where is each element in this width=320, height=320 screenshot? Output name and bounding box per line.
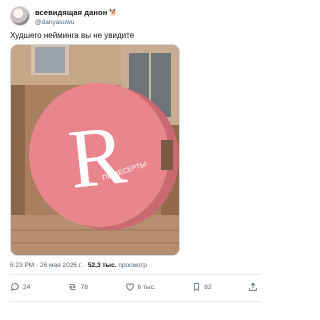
photo-illustration: R ПВ ДЕСЕРТЫ [11, 45, 179, 255]
tweet-meta: 6:23 PM · 26 мая 2026 г. · 52,3 тыс. про… [10, 262, 147, 269]
reply-count: 24 [23, 283, 31, 291]
sign-letter: R [65, 108, 130, 206]
retweet-icon [69, 284, 76, 290]
like-button[interactable]: 6 тыс. [125, 282, 156, 292]
divider [10, 274, 261, 275]
meta-separator-2: · [83, 262, 87, 269]
retweet-button[interactable]: 78 [67, 282, 88, 292]
tweet-photo[interactable]: R ПВ ДЕСЕРТЫ [10, 44, 180, 256]
heart-icon [125, 283, 134, 291]
author-names: всевидящая данон 🐕 @danyasuwu [35, 6, 118, 27]
views-label: просмотр [118, 262, 147, 269]
bookmark-button[interactable]: 82 [192, 282, 211, 292]
reply-button[interactable]: 24 [10, 282, 30, 292]
tweet-header: всевидящая данон 🐕 @danyasuwu [10, 6, 118, 27]
avatar[interactable] [10, 6, 30, 26]
share-icon [249, 282, 257, 291]
retweet-count: 78 [80, 283, 88, 291]
bookmark-icon [194, 283, 200, 292]
bookmark-count: 82 [204, 283, 212, 291]
tweet-text: Худшего нейминга вы не увидите [10, 31, 135, 40]
author-handle[interactable]: @danyasuwu [35, 18, 118, 27]
divider [10, 301, 261, 302]
reply-icon [10, 283, 19, 292]
share-button[interactable] [248, 282, 261, 292]
dog-emoji: 🐕 [109, 10, 119, 17]
author-display-name[interactable]: всевидящая данон [35, 8, 107, 17]
meta-separator: · [36, 262, 39, 269]
views-count: 52,3 тыс. [87, 262, 117, 269]
action-bar: 24 78 6 тыс. 82 [10, 278, 261, 296]
tweet-time[interactable]: 6:23 PM [10, 262, 34, 269]
tweet-date[interactable]: 26 мая 2026 г. [40, 262, 82, 269]
like-count: 6 тыс. [137, 283, 156, 291]
